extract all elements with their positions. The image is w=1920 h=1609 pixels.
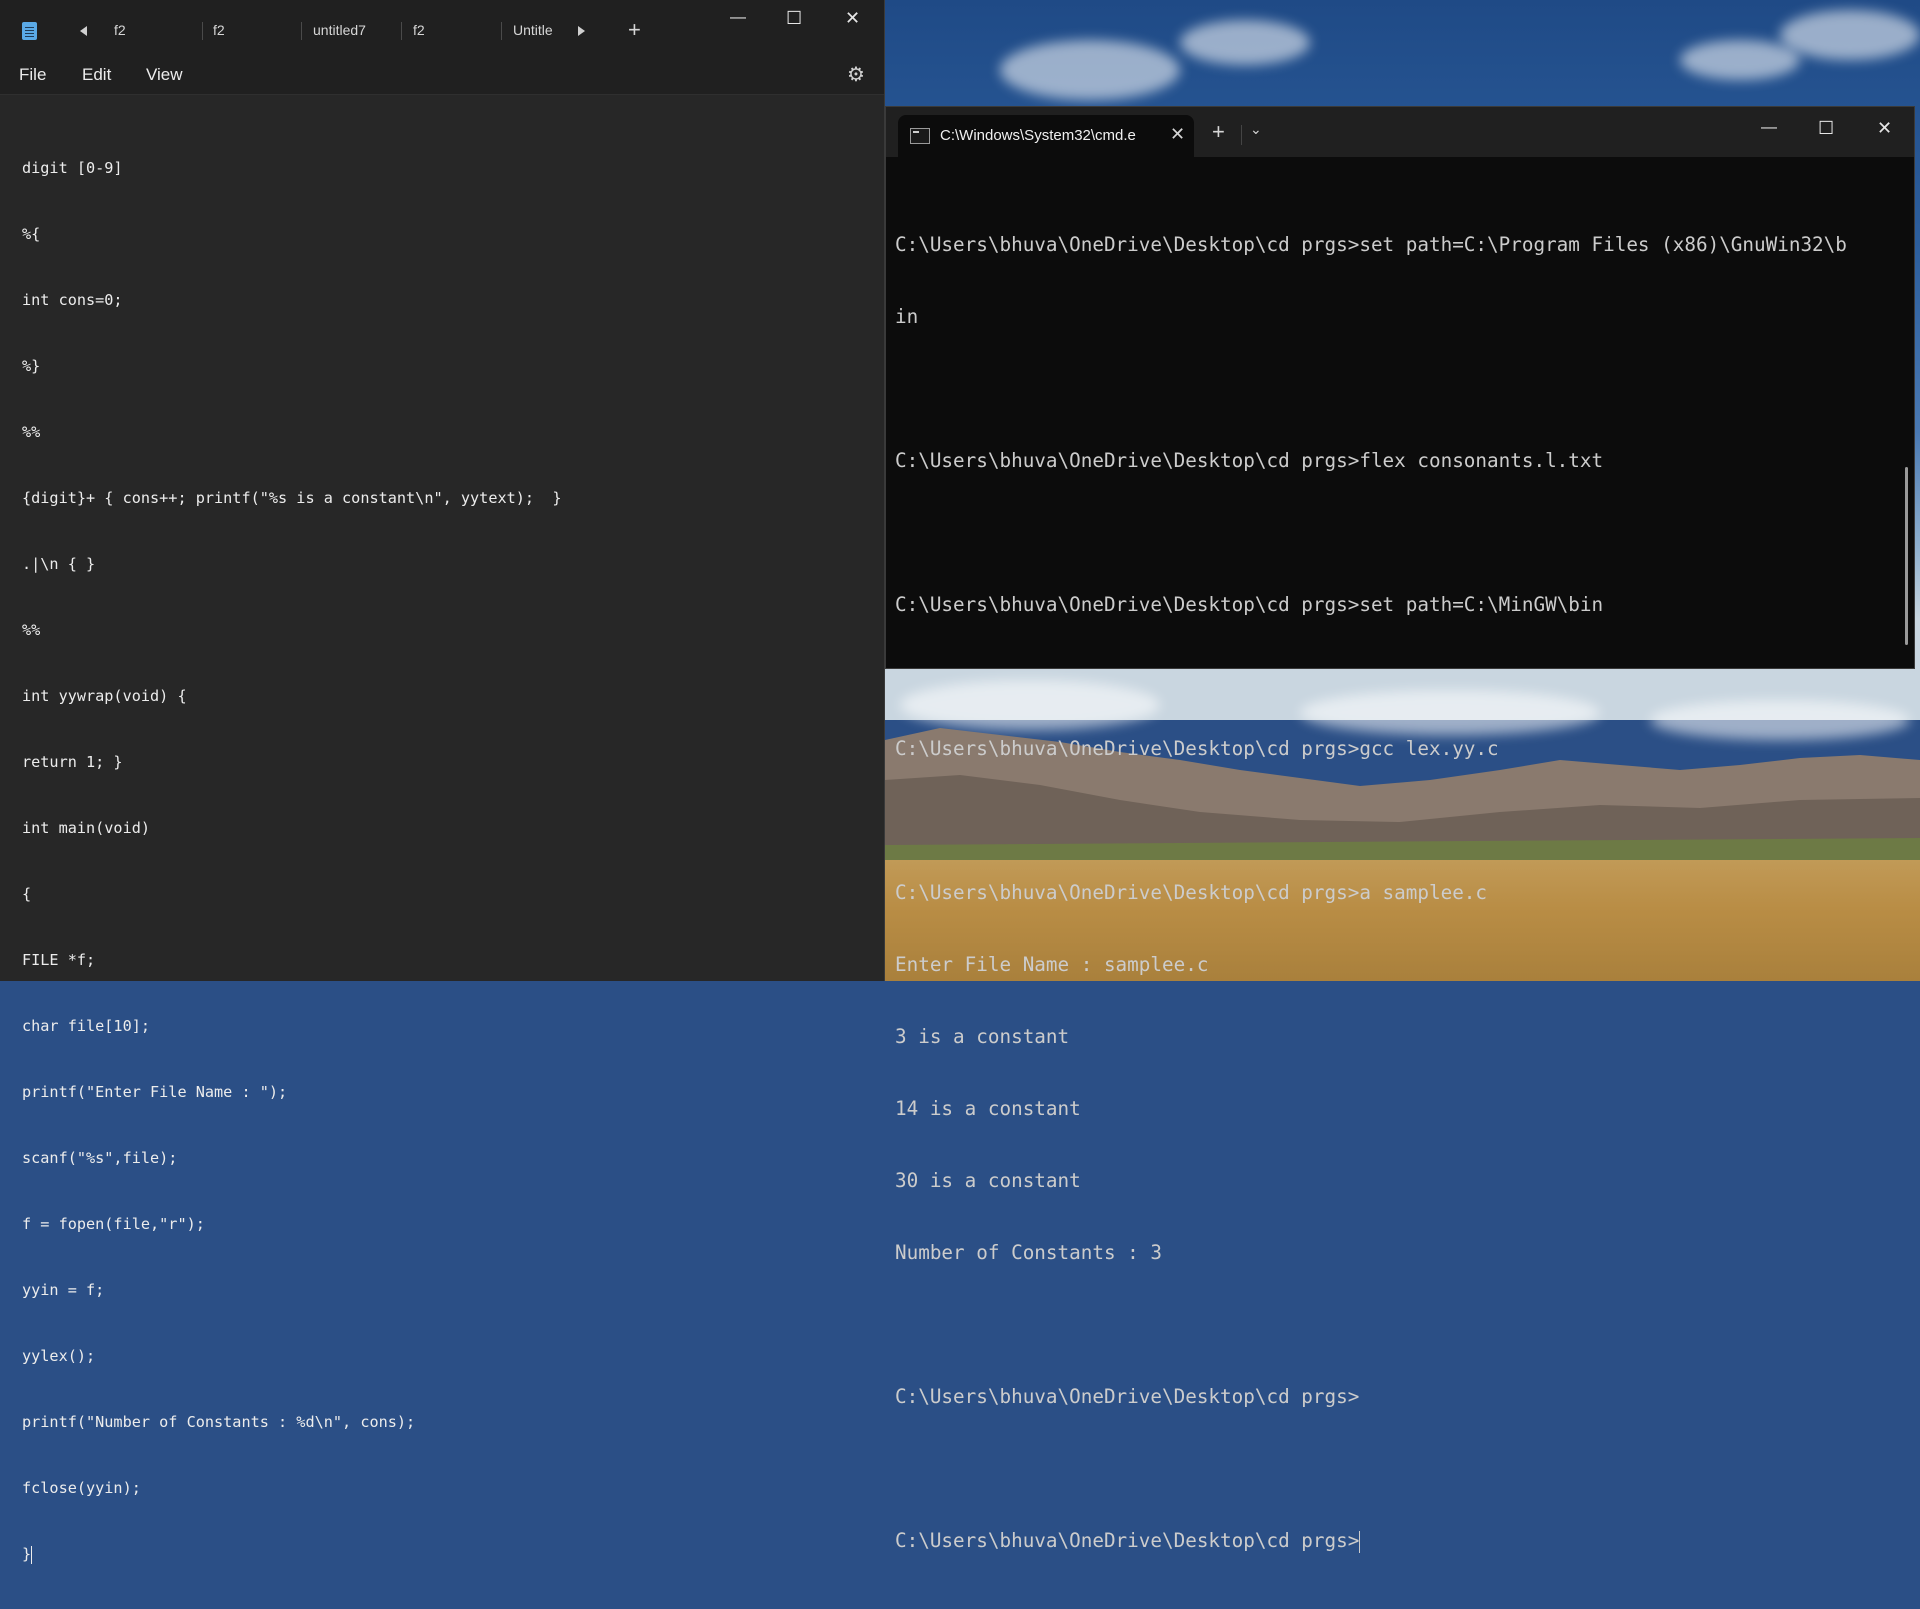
gear-icon[interactable]: ⚙ xyxy=(847,62,865,87)
code-line: {digit}+ { cons++; printf("%s is a const… xyxy=(22,489,562,507)
code-line: int yywrap(void) { xyxy=(22,687,187,705)
terminal-cursor xyxy=(1359,1530,1361,1553)
terminal-prompt: C:\Users\bhuva\OneDrive\Desktop\cd prgs> xyxy=(895,1529,1360,1552)
text-editor[interactable]: digit [0-9] %{ int cons=0; %} %% {digit}… xyxy=(22,113,561,1609)
terminal-line: 14 is a constant xyxy=(895,1097,1081,1120)
tab-separator xyxy=(501,22,502,40)
maximize-button[interactable]: ☐ xyxy=(786,8,802,29)
terminal-tab-title: C:\Windows\System32\cmd.e xyxy=(940,127,1136,144)
code-line: char file[10]; xyxy=(22,1017,151,1035)
notepad-window: f2 f2 untitled7 f2 Untitle + — ☐ ✕ File … xyxy=(0,0,885,1564)
code-line: yyin = f; xyxy=(22,1281,105,1299)
menu-file[interactable]: File xyxy=(19,65,46,85)
minimize-button[interactable]: — xyxy=(1761,119,1777,137)
terminal-tab[interactable]: C:\Windows\System32\cmd.e ✕ xyxy=(898,115,1194,157)
tab-separator xyxy=(401,22,402,40)
close-button[interactable]: ✕ xyxy=(845,8,860,29)
terminal-line: C:\Users\bhuva\OneDrive\Desktop\cd prgs>… xyxy=(895,737,1499,760)
code-line: fclose(yyin); xyxy=(22,1479,141,1497)
close-button[interactable]: ✕ xyxy=(1877,118,1892,139)
minimize-button[interactable]: — xyxy=(730,9,746,27)
scroll-tabs-left-icon[interactable] xyxy=(80,26,87,36)
tab-f2[interactable]: f2 xyxy=(413,22,425,38)
code-line: %{ xyxy=(22,225,41,243)
terminal-line: Enter File Name : samplee.c xyxy=(895,953,1209,976)
terminal-icon xyxy=(910,128,930,144)
close-tab-icon[interactable]: ✕ xyxy=(1170,124,1185,145)
scroll-tabs-right-icon[interactable] xyxy=(578,26,585,36)
terminal-line: Number of Constants : 3 xyxy=(895,1241,1162,1264)
menu-edit[interactable]: Edit xyxy=(82,65,111,85)
chevron-down-icon[interactable]: ⌄ xyxy=(1250,121,1262,138)
terminal-line: C:\Users\bhuva\OneDrive\Desktop\cd prgs>… xyxy=(895,233,1847,256)
tab-f2[interactable]: f2 xyxy=(114,22,126,38)
terminal-line: 3 is a constant xyxy=(895,1025,1070,1048)
menu-view[interactable]: View xyxy=(146,65,183,85)
code-line: printf("Enter File Name : "); xyxy=(22,1083,288,1101)
text-caret xyxy=(31,1545,33,1564)
terminal-prompt-line: C:\Users\bhuva\OneDrive\Desktop\cd prgs> xyxy=(895,1529,1847,1553)
terminal-line: C:\Users\bhuva\OneDrive\Desktop\cd prgs>… xyxy=(895,449,1604,472)
code-line: int cons=0; xyxy=(22,291,123,309)
code-line: yylex(); xyxy=(22,1347,96,1365)
code-line: FILE *f; xyxy=(22,951,96,969)
menu-bar: File Edit View xyxy=(0,58,884,95)
terminal-line: in xyxy=(895,305,919,328)
notepad-titlebar: f2 f2 untitled7 f2 Untitle + — ☐ ✕ xyxy=(0,0,884,58)
terminal-line: C:\Users\bhuva\OneDrive\Desktop\cd prgs>… xyxy=(895,881,1488,904)
code-line-last: } xyxy=(22,1543,561,1565)
tab-separator xyxy=(301,22,302,40)
tab-untitled7[interactable]: untitled7 xyxy=(313,22,366,38)
terminal-titlebar: C:\Windows\System32\cmd.e ✕ + ⌄ — ☐ ✕ xyxy=(886,107,1914,157)
maximize-button[interactable]: ☐ xyxy=(1818,118,1834,139)
code-line-text: } xyxy=(22,1545,32,1563)
new-tab-button[interactable]: + xyxy=(628,17,641,43)
tab-separator xyxy=(202,22,203,40)
code-line: return 1; } xyxy=(22,753,123,771)
terminal-output[interactable]: C:\Users\bhuva\OneDrive\Desktop\cd prgs>… xyxy=(895,185,1847,1601)
code-line: %% xyxy=(22,423,41,441)
code-line: { xyxy=(22,885,32,903)
code-line: .|\n { } xyxy=(22,555,96,573)
code-line: f = fopen(file,"r"); xyxy=(22,1215,205,1233)
scrollbar[interactable] xyxy=(1905,467,1908,645)
terminal-line: C:\Users\bhuva\OneDrive\Desktop\cd prgs> xyxy=(895,1385,1360,1408)
code-line: %% xyxy=(22,621,41,639)
terminal-window: C:\Windows\System32\cmd.e ✕ + ⌄ — ☐ ✕ C:… xyxy=(885,106,1915,1553)
notepad-icon xyxy=(22,22,37,40)
code-line: printf("Number of Constants : %d\n", con… xyxy=(22,1413,416,1431)
new-tab-button[interactable]: + xyxy=(1212,119,1225,145)
code-line: scanf("%s",file); xyxy=(22,1149,178,1167)
divider xyxy=(1241,125,1242,145)
code-line: int main(void) xyxy=(22,819,151,837)
terminal-line: C:\Users\bhuva\OneDrive\Desktop\cd prgs>… xyxy=(895,593,1604,616)
tab-untitled[interactable]: Untitle xyxy=(513,22,553,38)
tab-f2[interactable]: f2 xyxy=(213,22,225,38)
terminal-line: 30 is a constant xyxy=(895,1169,1081,1192)
code-line: digit [0-9] xyxy=(22,159,123,177)
code-line: %} xyxy=(22,357,41,375)
